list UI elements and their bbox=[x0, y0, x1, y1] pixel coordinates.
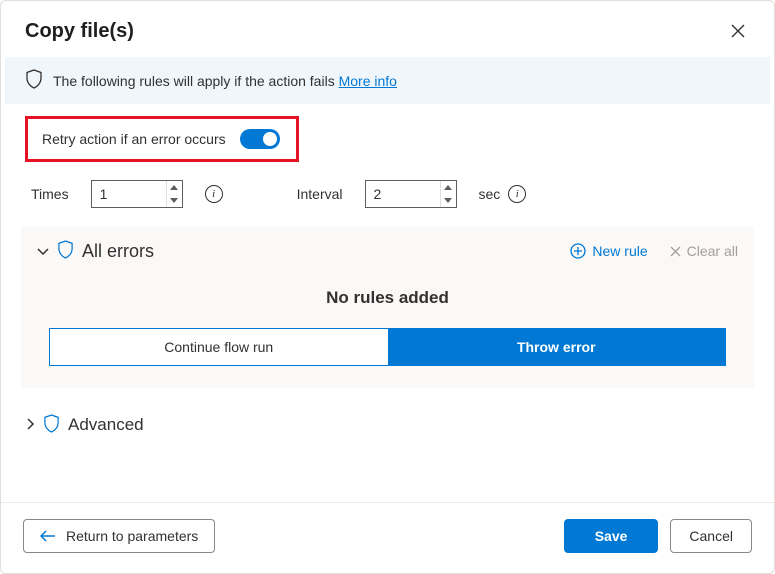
empty-state-text: No rules added bbox=[37, 288, 738, 308]
retry-label: Retry action if an error occurs bbox=[42, 131, 226, 147]
continue-flow-run-button[interactable]: Continue flow run bbox=[50, 329, 388, 365]
banner-message: The following rules will apply if the ac… bbox=[53, 73, 339, 89]
error-handling-dialog: Copy file(s) The following rules will ap… bbox=[0, 0, 775, 574]
interval-up-button[interactable] bbox=[441, 181, 456, 194]
retry-settings-row: Times i Interval sec i bbox=[31, 180, 754, 208]
times-label: Times bbox=[31, 186, 69, 202]
times-input[interactable] bbox=[92, 181, 166, 207]
arrow-left-icon bbox=[40, 530, 56, 542]
retry-toggle[interactable] bbox=[240, 129, 280, 149]
dialog-header: Copy file(s) bbox=[1, 1, 774, 57]
times-down-button[interactable] bbox=[167, 194, 182, 207]
panel-header: All errors New rule Clear all bbox=[37, 240, 738, 262]
dialog-content: Retry action if an error occurs Times i … bbox=[1, 104, 774, 502]
cancel-button[interactable]: Cancel bbox=[670, 519, 752, 553]
retry-highlight: Retry action if an error occurs bbox=[25, 116, 299, 162]
interval-info-icon[interactable]: i bbox=[508, 185, 526, 203]
close-button[interactable] bbox=[726, 19, 750, 43]
interval-label: Interval bbox=[297, 186, 343, 202]
shield-icon bbox=[43, 414, 60, 436]
clear-all-button: Clear all bbox=[670, 243, 738, 259]
interval-input[interactable] bbox=[366, 181, 440, 207]
times-stepper[interactable] bbox=[91, 180, 183, 208]
times-up-button[interactable] bbox=[167, 181, 182, 194]
chevron-up-icon bbox=[170, 185, 178, 190]
chevron-down-icon bbox=[37, 248, 49, 256]
new-rule-label: New rule bbox=[592, 243, 647, 259]
shield-icon bbox=[25, 69, 43, 92]
advanced-section-header[interactable]: Advanced bbox=[21, 414, 754, 436]
error-action-segmented: Continue flow run Throw error bbox=[49, 328, 726, 366]
interval-down-button[interactable] bbox=[441, 194, 456, 207]
x-icon bbox=[670, 246, 681, 257]
interval-unit: sec bbox=[479, 186, 501, 202]
panel-collapse-button[interactable] bbox=[37, 243, 49, 259]
times-info-icon[interactable]: i bbox=[205, 185, 223, 203]
shield-icon bbox=[57, 240, 74, 262]
return-label: Return to parameters bbox=[66, 528, 198, 544]
all-errors-panel: All errors New rule Clear all No rules a… bbox=[21, 226, 754, 388]
chevron-right-icon bbox=[27, 418, 35, 430]
dialog-footer: Return to parameters Save Cancel bbox=[1, 502, 774, 573]
toggle-knob bbox=[263, 132, 277, 146]
panel-title: All errors bbox=[82, 241, 154, 262]
advanced-title: Advanced bbox=[68, 415, 144, 435]
save-button[interactable]: Save bbox=[564, 519, 659, 553]
chevron-down-icon bbox=[170, 198, 178, 203]
close-icon bbox=[731, 24, 745, 38]
banner-text: The following rules will apply if the ac… bbox=[53, 73, 397, 89]
plus-circle-icon bbox=[570, 243, 586, 259]
chevron-up-icon bbox=[444, 185, 452, 190]
info-banner: The following rules will apply if the ac… bbox=[5, 57, 770, 104]
throw-error-button[interactable]: Throw error bbox=[388, 329, 726, 365]
dialog-title: Copy file(s) bbox=[25, 20, 134, 43]
more-info-link[interactable]: More info bbox=[339, 73, 397, 89]
clear-all-label: Clear all bbox=[687, 243, 738, 259]
interval-stepper[interactable] bbox=[365, 180, 457, 208]
return-to-parameters-button[interactable]: Return to parameters bbox=[23, 519, 215, 553]
chevron-down-icon bbox=[444, 198, 452, 203]
new-rule-button[interactable]: New rule bbox=[570, 243, 647, 259]
advanced-expand-button[interactable] bbox=[27, 417, 35, 433]
